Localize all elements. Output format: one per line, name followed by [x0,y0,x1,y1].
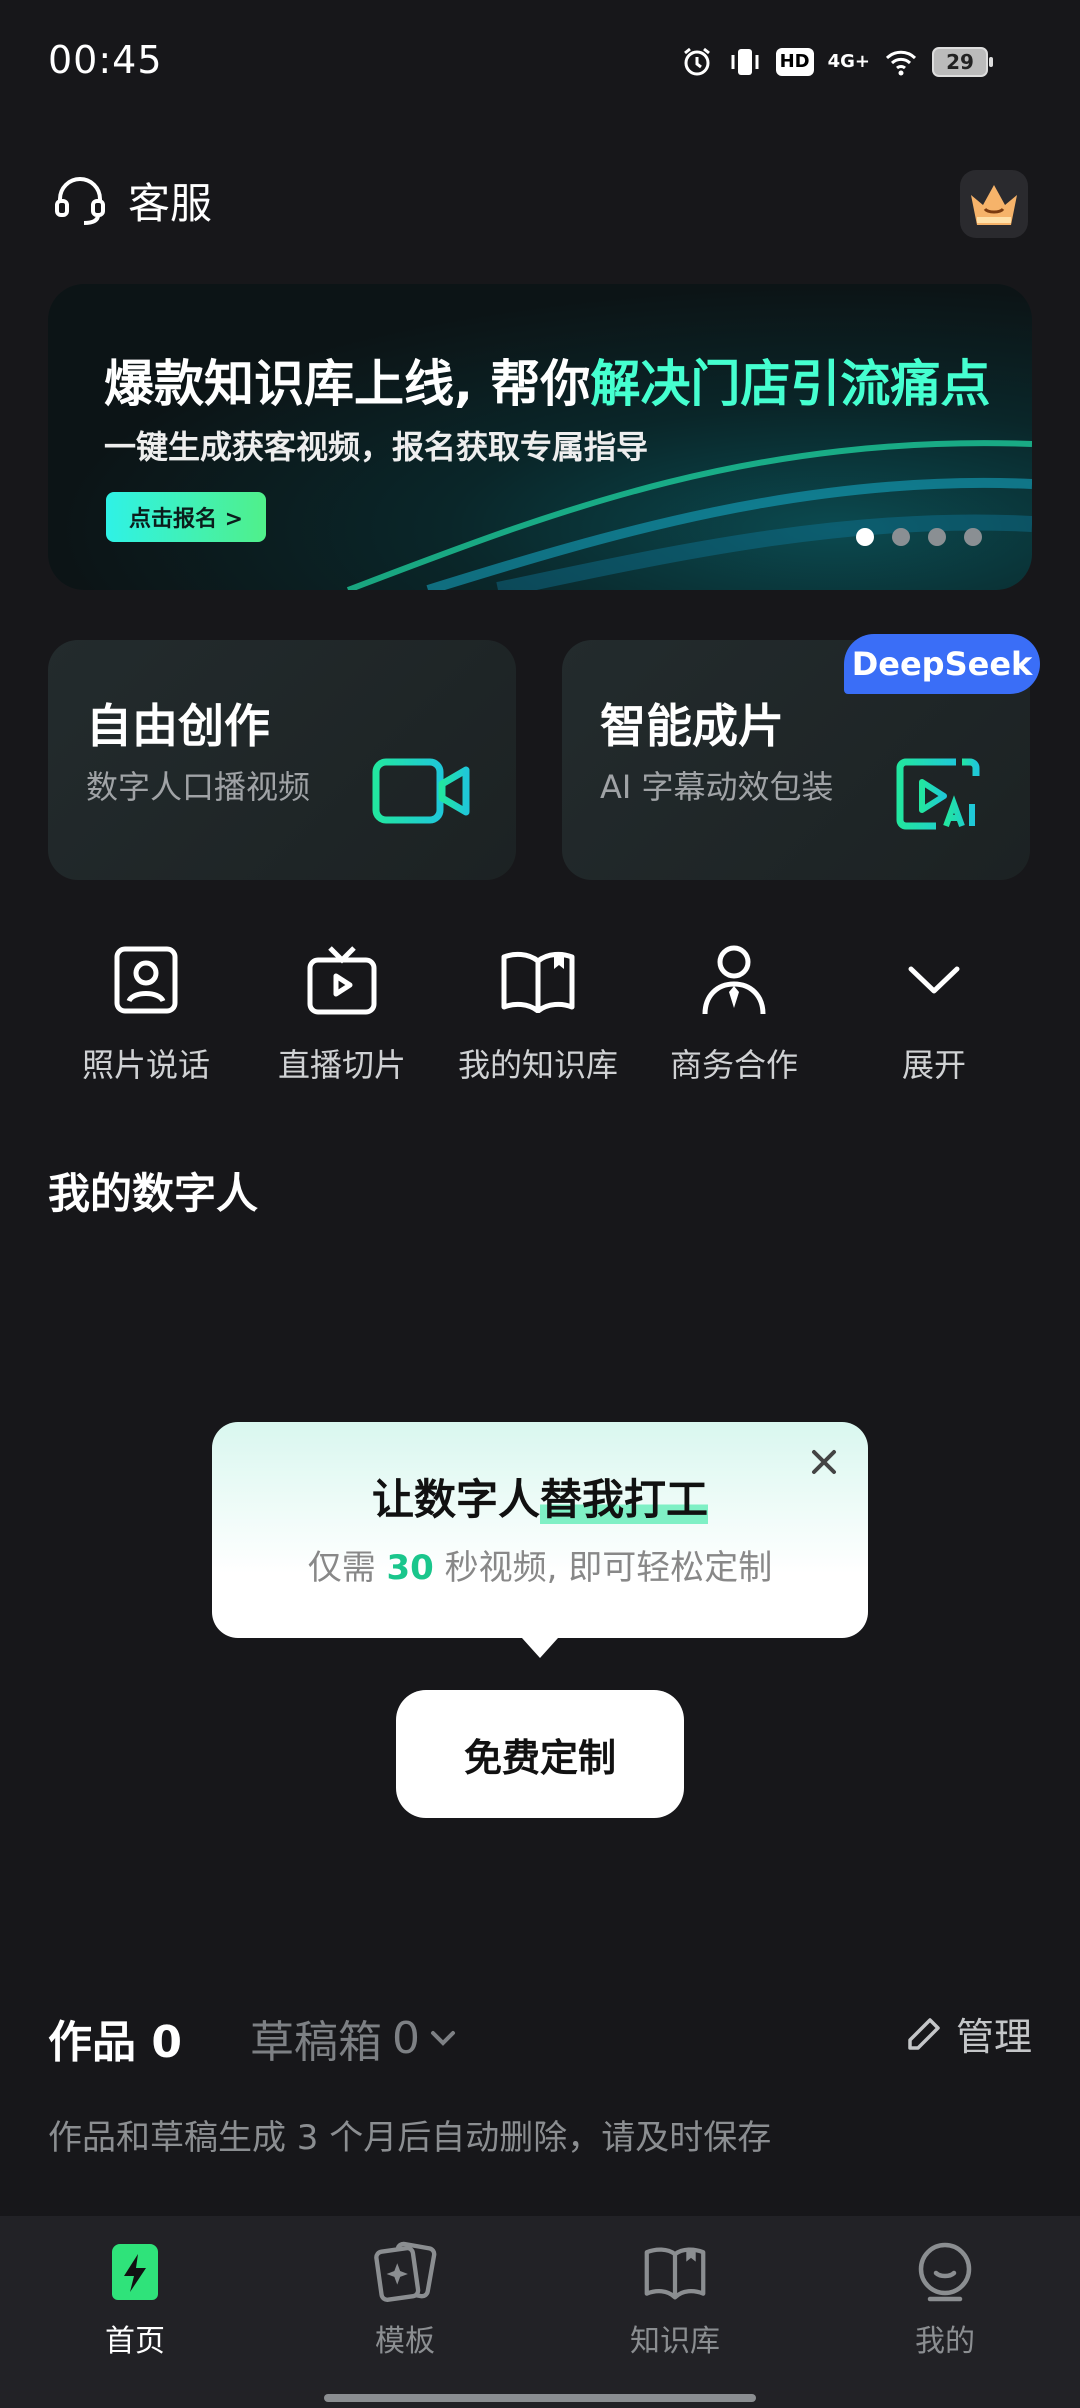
quick-action-label: 照片说话 [81,1046,210,1084]
nav-label: 模板 [375,2324,435,2359]
template-cards-icon [374,2241,437,2302]
quick-action-label: 展开 [901,1046,966,1084]
card-subtitle: AI 字幕动效包装 [600,768,834,806]
wifi-icon [885,50,917,76]
banner-pagination [856,528,982,546]
card-title: 自由创作 [86,699,270,753]
nav-label: 我的 [915,2324,975,2359]
tooltip-sub-part1: 仅需 [307,1548,387,1588]
page-dot [964,528,982,546]
home-bolt-icon [112,2244,158,2300]
battery-icon: 29 [932,47,993,77]
free-create-card[interactable]: 自由创作 数字人口播视频 [48,640,516,880]
vip-crown-button[interactable] [960,170,1028,238]
tv-play-icon [307,946,377,1015]
customer-service-label: 客服 [128,179,213,228]
banner-subtitle: 一键生成获客视频，报名获取专属指导 [104,428,649,466]
tooltip-sub-part2: 秒视频, 即可轻松定制 [433,1548,773,1588]
free-customize-button[interactable]: 免费定制 [396,1690,684,1818]
knowledge-book-icon [644,2247,706,2300]
close-icon[interactable] [804,1442,844,1482]
crown-icon [971,185,1017,225]
customer-service-button[interactable]: 客服 [52,170,212,231]
pencil-icon [908,2017,940,2050]
quick-action-live-clip[interactable]: 直播切片 [244,940,440,1086]
drafts-label: 草稿箱 [250,2017,382,2068]
promo-banner[interactable]: 爆款知识库上线, 帮你解决门店引流痛点 一键生成获客视频，报名获取专属指导 点击… [48,284,1032,590]
card-subtitle: 数字人口播视频 [86,768,311,806]
video-camera-icon [372,758,470,824]
chevron-down-icon [908,966,960,994]
quick-action-label: 直播切片 [277,1046,406,1084]
book-icon [501,951,575,1013]
home-indicator[interactable] [324,2394,756,2402]
banner-title: 爆款知识库上线, 帮你解决门店引流痛点 [104,344,990,416]
profile-face-icon [918,2242,972,2302]
headset-icon [55,176,105,225]
nav-label: 首页 [105,2324,165,2359]
tooltip-sub-number: 30 [386,1548,434,1588]
status-icons: HD 4G+ 29 [680,42,993,82]
ai-video-icon [896,758,980,830]
digital-human-tooltip: 让数字人替我打工 仅需 30 秒视频, 即可轻松定制 [212,1422,868,1658]
nav-knowledge[interactable]: 知识库 [540,2240,810,2360]
tooltip-title-part1: 让数字人 [371,1475,540,1524]
nav-templates[interactable]: 模板 [270,2240,540,2360]
deepseek-badge: DeepSeek [844,634,1040,694]
page-dot [856,528,874,546]
chevron-down-icon [431,2031,455,2046]
works-count: 0 [151,2017,182,2068]
quick-action-label: 商务合作 [669,1046,798,1084]
nav-home[interactable]: 首页 [0,2240,270,2360]
quick-action-expand[interactable]: 展开 [836,940,1032,1086]
page-dot [928,528,946,546]
business-person-icon [702,945,766,1015]
section-title-digital-human: 我的数字人 [48,1169,259,1218]
hd-icon: HD [775,48,814,76]
works-label: 作品 [48,2017,136,2068]
vibrate-icon [731,49,759,75]
drafts-tab[interactable]: 草稿箱 0 [250,2006,456,2070]
manage-label: 管理 [955,2015,1032,2059]
banner-title-part1: 爆款知识库上线, 帮你 [104,355,591,413]
quick-action-label: 我的知识库 [457,1046,618,1084]
alarm-icon [683,47,710,76]
quick-action-knowledge[interactable]: 我的知识库 [440,940,636,1086]
page-dot [892,528,910,546]
card-title: 智能成片 [600,699,784,753]
tooltip-subtitle: 仅需 30 秒视频, 即可轻松定制 [212,1540,868,1589]
quick-action-photo-talk[interactable]: 照片说话 [48,940,244,1086]
status-bar: 00:45 HD 4G+ 29 [0,0,1080,130]
auto-delete-note: 作品和草稿生成 3 个月后自动删除，请及时保存 [48,2118,772,2158]
signal-icon: 4G+ [827,51,870,72]
manage-button[interactable]: 管理 [906,2006,1032,2061]
drafts-count: 0 [392,2012,420,2064]
portrait-icon [114,946,178,1014]
banner-signup-button[interactable]: 点击报名 > [106,492,266,542]
tooltip-title: 让数字人替我打工 [212,1466,868,1527]
status-time: 00:45 [48,38,163,82]
nav-label: 知识库 [630,2324,720,2359]
tooltip-title-highlight: 替我打工 [540,1475,709,1524]
banner-title-highlight: 解决门店引流痛点 [590,355,991,413]
nav-profile[interactable]: 我的 [810,2240,1080,2360]
quick-action-business[interactable]: 商务合作 [636,940,832,1086]
works-tab[interactable]: 作品 0 [48,2006,182,2070]
